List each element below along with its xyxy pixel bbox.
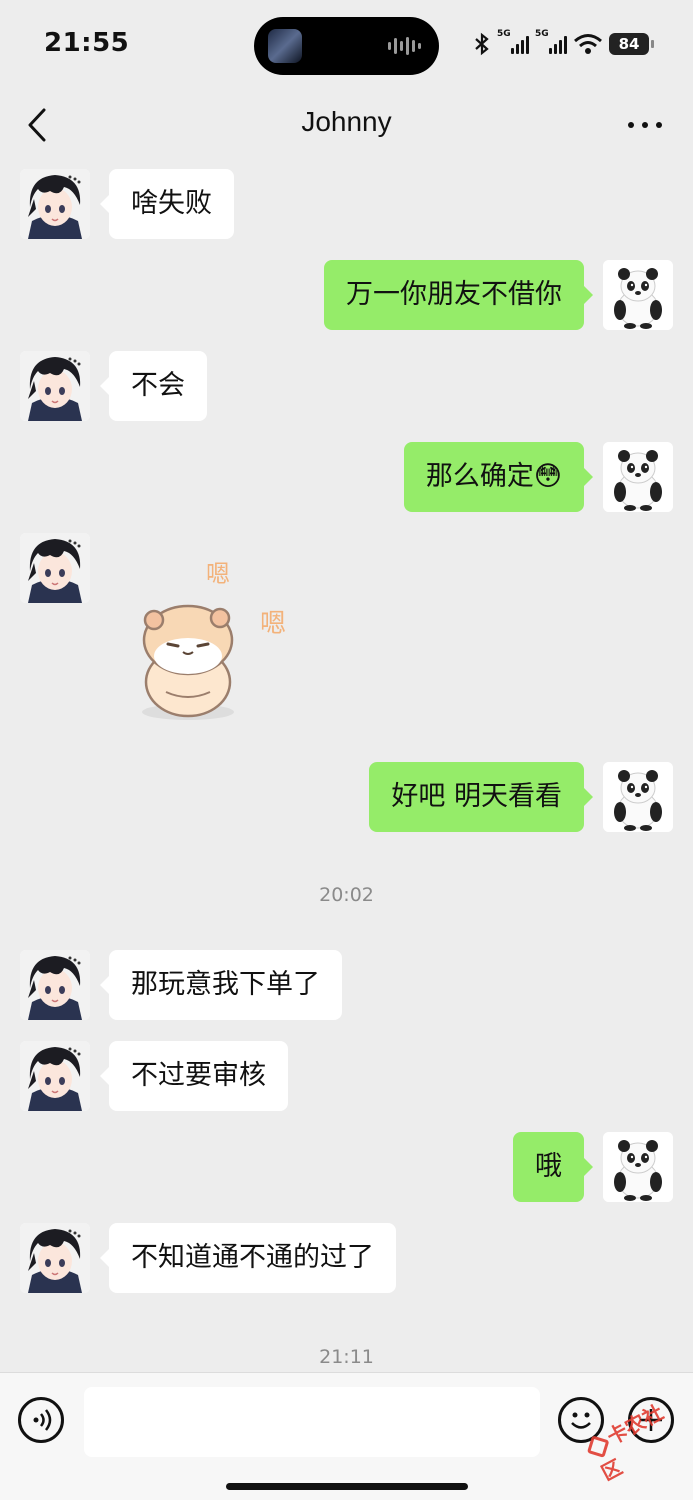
wifi-icon <box>574 34 602 54</box>
anime-avatar-image <box>20 533 90 603</box>
anime-avatar-image <box>20 1223 90 1293</box>
chat-title: Johnny <box>301 106 392 137</box>
svg-text:嗯: 嗯 <box>260 609 286 639</box>
contact-avatar[interactable] <box>20 1041 90 1111</box>
contact-avatar[interactable] <box>20 169 90 239</box>
panda-avatar-image <box>603 442 673 512</box>
anime-avatar-image <box>20 169 90 239</box>
outgoing-message[interactable]: 哦 <box>513 1132 593 1202</box>
outgoing-message[interactable]: 那么确定😳 <box>403 442 594 512</box>
anime-avatar-image <box>20 1041 90 1111</box>
battery-indicator: 84 <box>609 33 654 55</box>
my-avatar[interactable] <box>603 762 673 832</box>
hamster-sticker-image: 嗯 嗯 <box>142 560 286 720</box>
anime-avatar-image <box>20 351 90 421</box>
incoming-message[interactable]: 不知道通不通的过了 <box>100 1223 396 1293</box>
status-time: 21:55 <box>44 28 130 58</box>
anime-avatar-image <box>20 950 90 1020</box>
more-icon <box>628 122 662 128</box>
contact-avatar[interactable] <box>20 533 90 603</box>
panda-avatar-image <box>603 762 673 832</box>
status-icons: 5G 5G 84 <box>473 29 654 58</box>
voice-input-button[interactable] <box>18 1397 64 1443</box>
voice-icon <box>33 1409 52 1431</box>
message-input[interactable] <box>84 1387 540 1457</box>
svg-text:嗯: 嗯 <box>206 560 230 588</box>
now-playing-artwork <box>268 29 302 63</box>
network-type-label-2: 5G <box>535 29 549 39</box>
my-avatar[interactable] <box>603 260 673 330</box>
panda-avatar-image <box>603 1132 673 1202</box>
incoming-message[interactable]: 不过要审核 <box>100 1041 288 1111</box>
dynamic-island[interactable] <box>254 17 439 75</box>
incoming-message[interactable]: 不会 <box>100 351 207 421</box>
hamster-sticker[interactable]: 嗯 嗯 <box>128 552 318 732</box>
outgoing-message[interactable]: 万一你朋友不借你 <box>324 260 593 330</box>
contact-avatar[interactable] <box>20 351 90 421</box>
outgoing-message[interactable]: 好吧 明天看看 <box>369 762 593 832</box>
incoming-message[interactable]: 那玩意我下单了 <box>100 950 342 1020</box>
contact-avatar[interactable] <box>20 1223 90 1293</box>
panda-avatar-image <box>603 260 673 330</box>
status-bar: 21:55 5G 5G 84 <box>0 0 693 88</box>
message-timestamp: 21:11 <box>319 1346 374 1368</box>
network-type-label: 5G <box>497 29 511 39</box>
home-indicator <box>226 1483 468 1490</box>
more-button[interactable] <box>625 108 665 142</box>
my-avatar[interactable] <box>603 442 673 512</box>
message-timestamp: 20:02 <box>319 884 374 906</box>
incoming-message[interactable]: 啥失败 <box>100 169 234 239</box>
chat-header: Johnny <box>0 88 693 162</box>
audio-wave-icon <box>388 37 421 55</box>
my-avatar[interactable] <box>603 1132 673 1202</box>
contact-avatar[interactable] <box>20 950 90 1020</box>
cellular-signal-icon-2: 5G <box>535 29 567 56</box>
cellular-signal-icon: 5G <box>497 29 529 56</box>
bluetooth-icon <box>475 32 489 56</box>
